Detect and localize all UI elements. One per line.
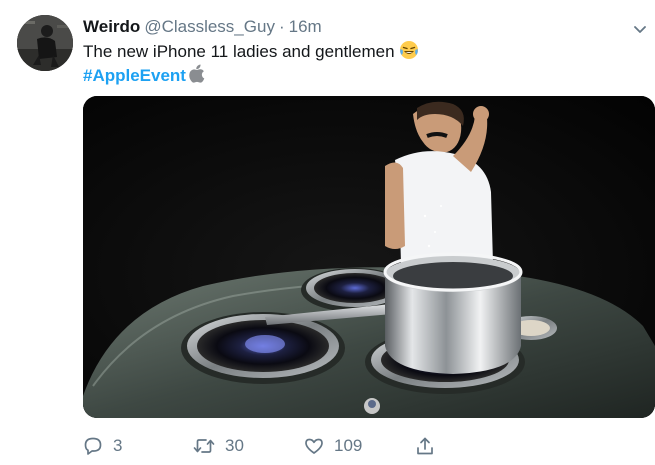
retweet-button[interactable]: 30 [193, 432, 244, 460]
retweet-icon [193, 436, 215, 456]
retweet-count: 30 [225, 436, 244, 455]
user-handle[interactable]: @Classless_Guy [144, 17, 275, 36]
hashtag-line: #AppleEvent [83, 64, 205, 89]
reply-icon [83, 436, 103, 456]
reply-count: 3 [113, 436, 123, 455]
share-button[interactable] [415, 432, 435, 460]
tweet-text-body: The new iPhone 11 ladies and gentlemen [83, 42, 395, 61]
tweet-text: The new iPhone 11 ladies and gentlemen [83, 40, 419, 66]
share-icon [415, 436, 435, 456]
tweet-header: Weirdo @Classless_Guy · 16m [83, 16, 322, 38]
like-button[interactable]: 109 [304, 432, 362, 460]
laughing-tears-emoji-icon [399, 40, 419, 66]
avatar[interactable] [17, 15, 73, 71]
hashtag-link[interactable]: #AppleEvent [83, 66, 186, 85]
tweet-actions: 3 30 109 [83, 432, 655, 460]
tweet-timestamp[interactable]: 16m [289, 17, 322, 36]
display-name[interactable]: Weirdo [83, 17, 140, 36]
tweet[interactable]: Weirdo @Classless_Guy · 16m The new iPhone … [0, 0, 655, 465]
chevron-down-icon[interactable] [633, 22, 647, 33]
tweet-media-image[interactable] [83, 96, 655, 418]
separator-dot: · [278, 17, 285, 36]
apple-logo-icon [189, 64, 205, 89]
like-count: 109 [334, 436, 363, 455]
reply-button[interactable]: 3 [83, 432, 122, 460]
heart-icon [304, 436, 324, 456]
